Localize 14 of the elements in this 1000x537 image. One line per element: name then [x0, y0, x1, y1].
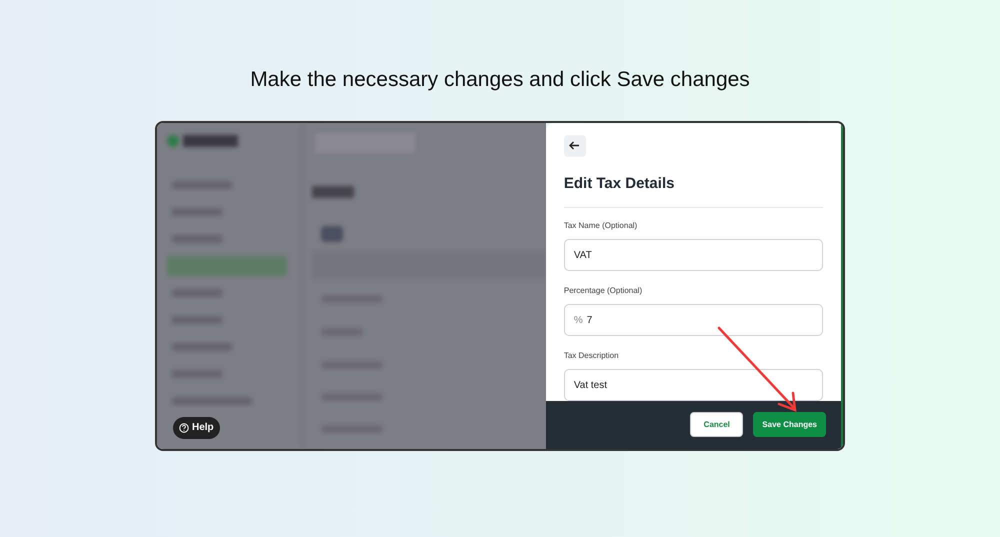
back-button[interactable] [564, 134, 586, 156]
save-button[interactable]: Save Changes [753, 412, 826, 437]
help-icon [179, 422, 189, 432]
field-label: Tax Description [564, 350, 620, 362]
input-field[interactable]: % 7 [564, 304, 823, 336]
panel-title: Edit Tax Details [564, 174, 676, 194]
field-label: Percentage (Optional) [564, 285, 644, 297]
input-field[interactable]: VAT [564, 239, 823, 271]
input-field[interactable]: Vat test [564, 369, 823, 400]
percent-prefix: % [574, 314, 583, 328]
back-arrow-icon [569, 141, 580, 150]
field-label: Tax Name (Optional) [564, 220, 638, 232]
instruction-heading: Make the necessary changes and click Save changes [250, 67, 750, 93]
cancel-button[interactable]: Cancel [690, 412, 744, 437]
